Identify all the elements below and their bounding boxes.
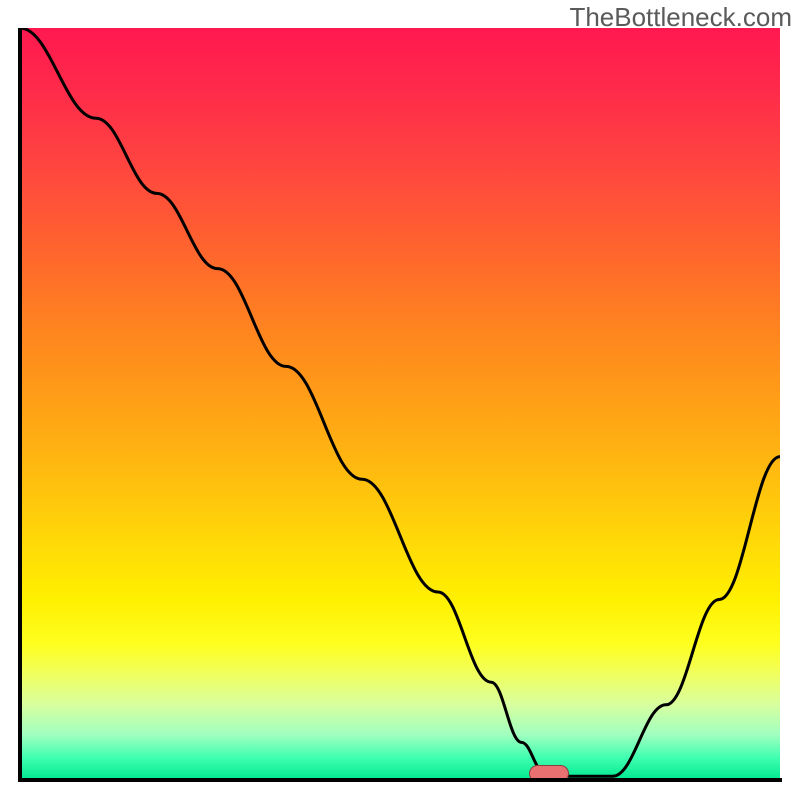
chart-container: TheBottleneck.com	[0, 0, 800, 800]
bottleneck-curve	[20, 28, 780, 780]
x-axis	[18, 778, 782, 782]
y-axis	[18, 28, 22, 782]
watermark-text: TheBottleneck.com	[569, 2, 792, 33]
